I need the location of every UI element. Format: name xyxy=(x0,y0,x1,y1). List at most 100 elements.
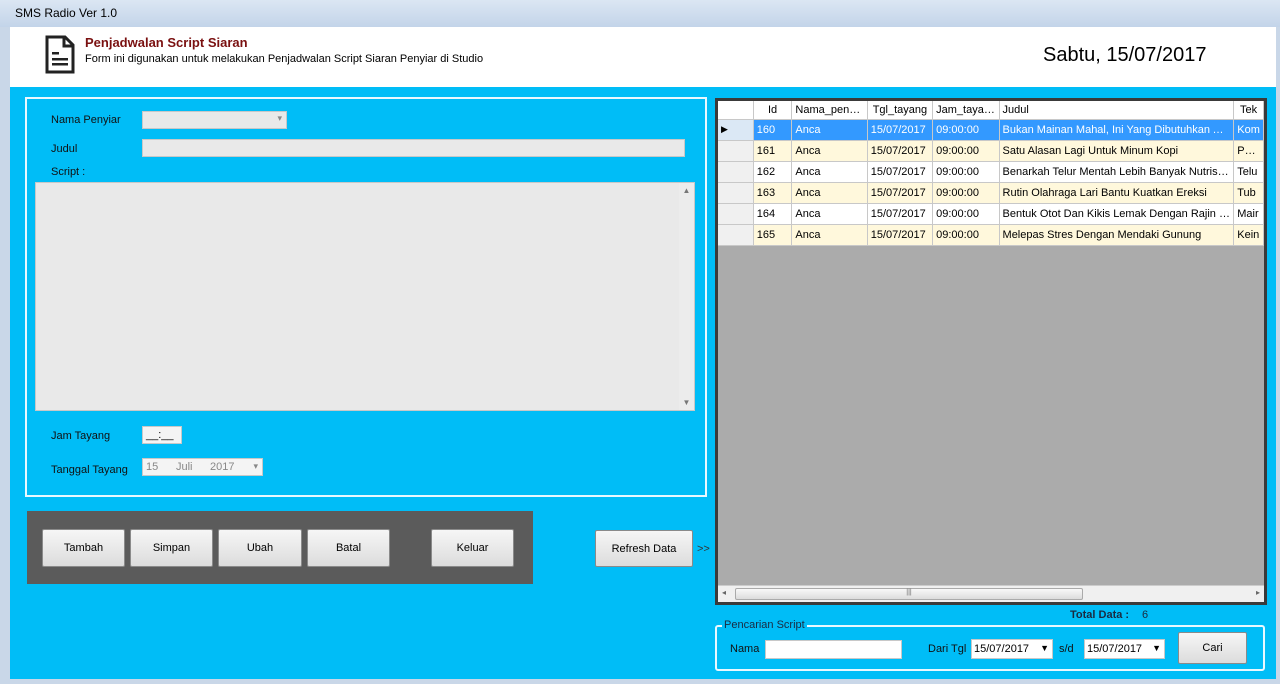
table-cell[interactable]: Anca xyxy=(792,141,868,162)
table-cell[interactable]: 164 xyxy=(753,204,793,225)
script-label: Script : xyxy=(51,166,86,178)
table-cell[interactable]: Anca xyxy=(792,120,868,141)
table-cell[interactable]: 09:00:00 xyxy=(933,183,1000,204)
table-cell[interactable]: 15/07/2017 xyxy=(867,162,934,183)
nama-penyiar-combo[interactable]: ▾ xyxy=(142,111,287,129)
table-cell[interactable]: Rutin Olahraga Lari Bantu Kuatkan Ereksi xyxy=(999,183,1235,204)
table-cell[interactable]: 09:00:00 xyxy=(933,120,1000,141)
table-cell[interactable]: Anca xyxy=(792,204,868,225)
horizontal-scrollbar[interactable]: ◂ ||| ▸ xyxy=(718,585,1264,602)
sd-tgl-picker[interactable]: 15/07/2017 ▼ xyxy=(1084,639,1165,659)
scrollbar-thumb[interactable]: ||| xyxy=(735,588,1083,600)
table-cell[interactable]: 15/07/2017 xyxy=(867,141,934,162)
table-cell[interactable]: 15/07/2017 xyxy=(867,225,934,246)
script-scrollbar[interactable]: ▲ ▼ xyxy=(679,183,694,410)
jam-input[interactable]: __:__ xyxy=(142,426,182,444)
table-cell[interactable]: Tub xyxy=(1234,183,1264,204)
sd-tgl-value: 15/07/2017 xyxy=(1087,643,1143,655)
table-row[interactable]: 161 Anca 15/07/2017 09:00:00 Satu Alasan Lag… xyxy=(718,141,1264,162)
row-header[interactable] xyxy=(718,183,754,204)
column-header[interactable]: Tek xyxy=(1234,101,1264,120)
table-row[interactable]: ▶ 160 Anca 15/07/2017 09:00:00 Bukan Mainan M… xyxy=(718,120,1264,141)
page-title: Penjadwalan Script Siaran xyxy=(85,35,248,50)
row-header-corner xyxy=(718,101,754,120)
search-group-label: Pencarian Script xyxy=(722,619,807,631)
tanggal-year: 2017 xyxy=(210,461,235,473)
total-data-label: Total Data : xyxy=(1070,609,1130,621)
total-data-value: 6 xyxy=(1142,609,1149,621)
table-cell[interactable]: Anca xyxy=(792,162,868,183)
table-cell[interactable]: 161 xyxy=(753,141,793,162)
table-cell[interactable]: Bentuk Otot Dan Kikis Lemak Dengan Rajin… xyxy=(999,204,1235,225)
current-row-icon: ▶ xyxy=(721,124,728,134)
column-header[interactable]: Id xyxy=(753,101,793,120)
table-cell[interactable]: Mair xyxy=(1234,204,1264,225)
table-cell[interactable]: 15/07/2017 xyxy=(867,204,934,225)
sd-label: s/d xyxy=(1059,643,1074,655)
table-cell[interactable]: 162 xyxy=(753,162,793,183)
current-date: Sabtu, 15/07/2017 xyxy=(1043,44,1207,66)
dari-tgl-value: 15/07/2017 xyxy=(974,643,1030,655)
column-header[interactable]: Nama_penyiar xyxy=(792,101,868,120)
chevron-down-icon: ▾ xyxy=(253,461,258,471)
header: Penjadwalan Script Siaran Form ini digun… xyxy=(10,27,1276,87)
table-row[interactable]: 162 Anca 15/07/2017 09:00:00 Benarkah Telur … xyxy=(718,162,1264,183)
table-cell[interactable]: Melepas Stres Dengan Mendaki Gunung xyxy=(999,225,1235,246)
row-header[interactable] xyxy=(718,141,754,162)
tanggal-label: Tanggal Tayang xyxy=(51,464,128,476)
judul-input[interactable] xyxy=(142,139,685,157)
search-nama-input[interactable] xyxy=(765,640,902,659)
row-header[interactable] xyxy=(718,162,754,183)
page-subtitle: Form ini digunakan untuk melakukan Penja… xyxy=(85,53,484,65)
table-cell[interactable]: 15/07/2017 xyxy=(867,183,934,204)
table-cell[interactable]: 165 xyxy=(753,225,793,246)
table-cell[interactable]: 09:00:00 xyxy=(933,141,1000,162)
grid-header: Id Nama_penyiar Tgl_tayang Jam_tayang Judul T… xyxy=(718,101,1264,122)
table-row[interactable]: 163 Anca 15/07/2017 09:00:00 Rutin Olahraga … xyxy=(718,183,1264,204)
script-textarea[interactable] xyxy=(35,182,695,411)
window-title: SMS Radio Ver 1.0 xyxy=(15,6,118,20)
table-cell[interactable]: 09:00:00 xyxy=(933,204,1000,225)
data-grid[interactable]: Id Nama_penyiar Tgl_tayang Jam_tayang Judul T… xyxy=(715,98,1267,605)
table-row[interactable]: 164 Anca 15/07/2017 09:00:00 Bentuk Otot Dan… xyxy=(718,204,1264,225)
scroll-left-icon[interactable]: ◂ xyxy=(722,588,726,597)
cari-button[interactable]: Cari xyxy=(1178,632,1247,664)
row-header[interactable] xyxy=(718,204,754,225)
batal-button[interactable]: Batal xyxy=(307,529,390,567)
table-row[interactable]: 165 Anca 15/07/2017 09:00:00 Melepas Stres D… xyxy=(718,225,1264,246)
refresh-data-button[interactable]: Refresh Data xyxy=(595,530,693,567)
table-cell[interactable]: 15/07/2017 xyxy=(867,120,934,141)
dari-tgl-label: Dari Tgl xyxy=(928,643,967,655)
column-header[interactable]: Tgl_tayang xyxy=(867,101,934,120)
ubah-button[interactable]: Ubah xyxy=(218,529,302,567)
row-header[interactable]: ▶ xyxy=(718,120,754,141)
table-cell[interactable]: 163 xyxy=(753,183,793,204)
table-cell[interactable]: Anca xyxy=(792,225,868,246)
table-cell[interactable]: 09:00:00 xyxy=(933,225,1000,246)
table-cell[interactable]: Satu Alasan Lagi Untuk Minum Kopi xyxy=(999,141,1235,162)
scroll-right-icon[interactable]: ▸ xyxy=(1256,588,1260,597)
table-cell[interactable]: Para xyxy=(1234,141,1264,162)
judul-label: Judul xyxy=(51,143,78,155)
table-cell[interactable]: Bukan Mainan Mahal, Ini Yang Dibutuhkan … xyxy=(999,120,1235,141)
simpan-button[interactable]: Simpan xyxy=(130,529,213,567)
tambah-button[interactable]: Tambah xyxy=(42,529,125,567)
chevron-down-icon: ▾ xyxy=(277,113,282,123)
tanggal-picker[interactable]: 15 Juli 2017 ▾ xyxy=(142,458,263,476)
tanggal-day: 15 xyxy=(146,461,159,473)
table-cell[interactable]: Benarkah Telur Mentah Lebih Banyak Nutri… xyxy=(999,162,1235,183)
table-cell[interactable]: Anca xyxy=(792,183,868,204)
table-cell[interactable]: Kein xyxy=(1234,225,1264,246)
keluar-button[interactable]: Keluar xyxy=(431,529,514,567)
row-header[interactable] xyxy=(718,225,754,246)
table-cell[interactable]: 160 xyxy=(753,120,793,141)
arrow-indicator: >> xyxy=(697,543,710,555)
table-cell[interactable]: Telu xyxy=(1234,162,1264,183)
chevron-down-icon: ▼ xyxy=(1152,643,1161,653)
document-icon xyxy=(45,35,75,74)
column-header[interactable]: Judul xyxy=(999,101,1235,120)
dari-tgl-picker[interactable]: 15/07/2017 ▼ xyxy=(971,639,1053,659)
column-header[interactable]: Jam_tayang xyxy=(933,101,1000,120)
table-cell[interactable]: Kom xyxy=(1234,120,1264,141)
table-cell[interactable]: 09:00:00 xyxy=(933,162,1000,183)
